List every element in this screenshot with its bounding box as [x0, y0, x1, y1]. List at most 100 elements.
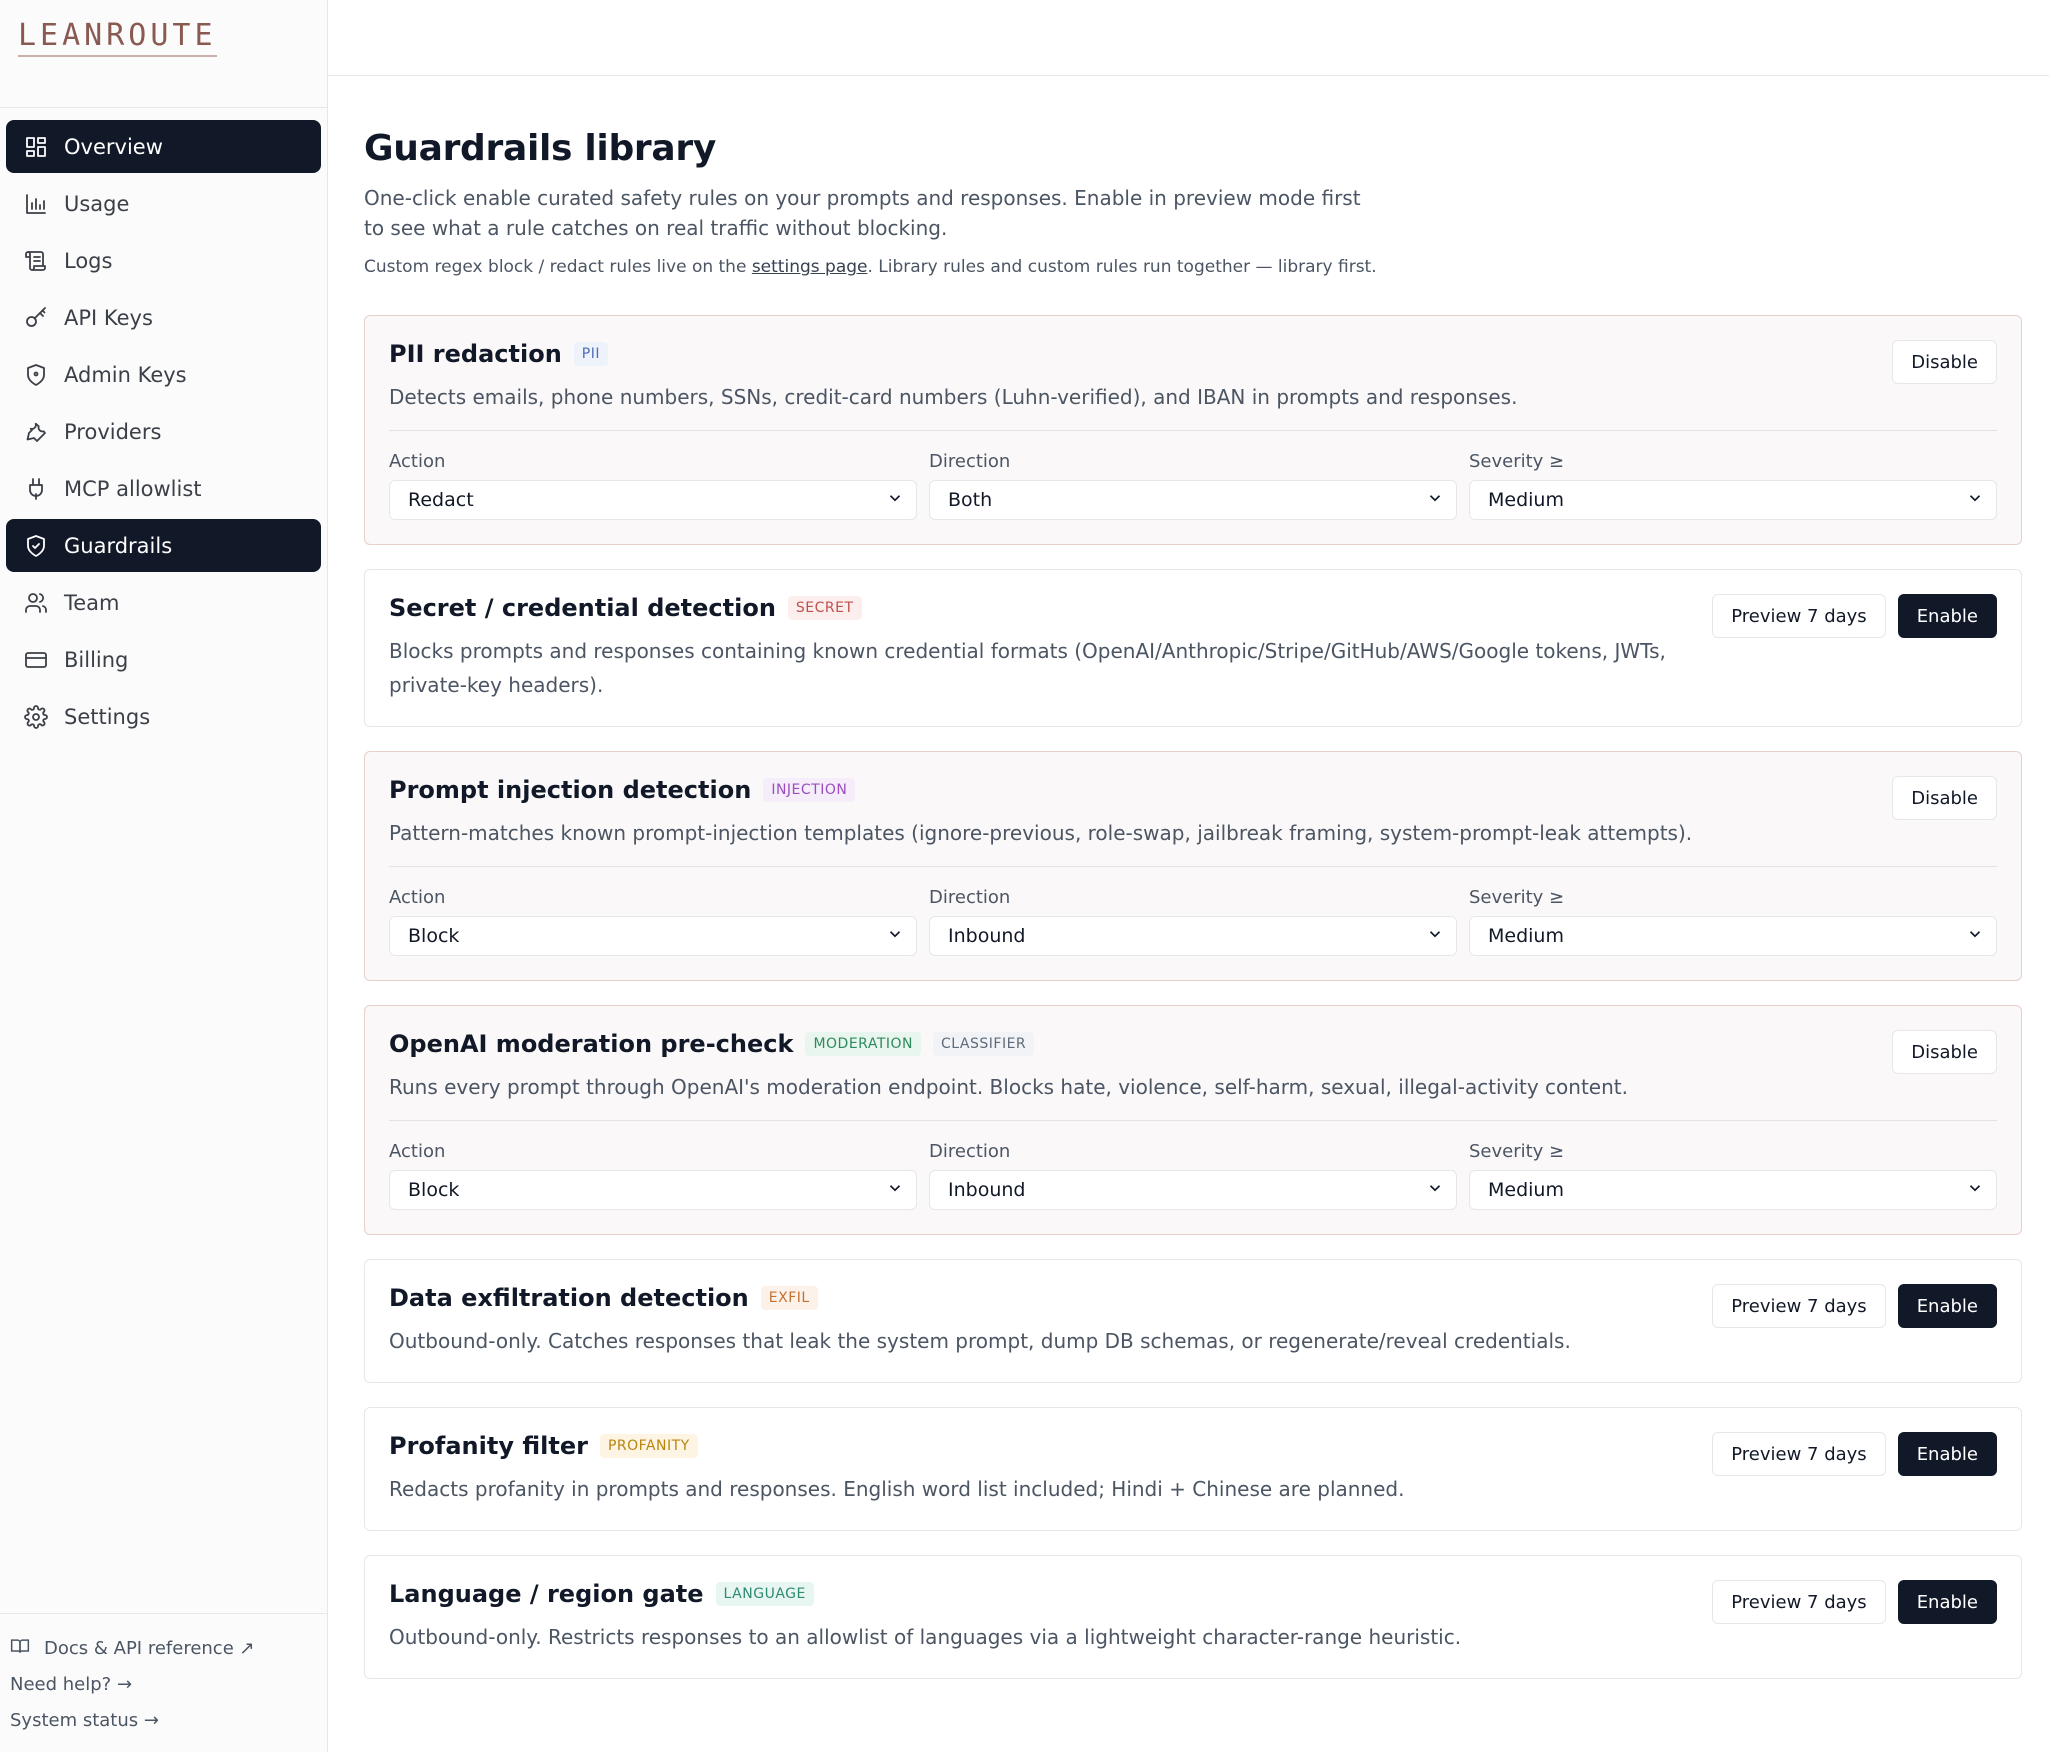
- help-link[interactable]: Need help? →: [10, 1666, 317, 1702]
- severity-label: Severity ≥: [1469, 451, 1565, 472]
- direction-select[interactable]: Both: [929, 480, 1457, 520]
- credit-card-icon: [24, 648, 48, 672]
- sidebar-item-label: Team: [64, 590, 120, 615]
- rule-card-data-exfiltration-detection: Data exfiltration detection EXFIL Outbound…: [364, 1259, 2022, 1383]
- sidebar-item-settings[interactable]: Settings: [6, 690, 321, 743]
- rule-card-header: Prompt injection detection INJECTION Patte…: [389, 776, 1997, 850]
- rule-badge: EXFIL: [760, 1286, 818, 1310]
- rule-badge: LANGUAGE: [715, 1582, 814, 1606]
- settings-page-link[interactable]: settings page: [752, 257, 868, 277]
- page-note: Custom regex block / redact rules live o…: [364, 257, 2022, 277]
- rule-config: Action Block Direction Inbound Severity ≥ Med…: [389, 866, 1997, 956]
- enable-button[interactable]: Enable: [1897, 1580, 1997, 1624]
- preview-button[interactable]: Preview 7 days: [1712, 1580, 1886, 1624]
- rule-title: Language / region gate: [389, 1580, 704, 1608]
- sidebar-item-overview[interactable]: Overview: [6, 120, 321, 173]
- rule-card-pii-redaction: PII redaction PII Detects emails, phone nu…: [364, 315, 2022, 545]
- chevron-down-icon: [886, 489, 904, 512]
- note-suffix: . Library rules and custom rules run tog…: [867, 257, 1377, 277]
- action-select[interactable]: Block: [389, 1170, 917, 1210]
- action-select[interactable]: Block: [389, 916, 917, 956]
- action-label: Action: [389, 1141, 446, 1162]
- rule-card-prompt-injection-detection: Prompt injection detection INJECTION Patte…: [364, 751, 2022, 981]
- preview-button[interactable]: Preview 7 days: [1712, 594, 1886, 638]
- docs-link[interactable]: Docs & API reference ↗: [10, 1630, 317, 1666]
- direction-select[interactable]: Inbound: [929, 1170, 1457, 1210]
- rules-list: PII redaction PII Detects emails, phone nu…: [364, 315, 2022, 1679]
- rule-description: Pattern-matches known prompt-injection t…: [389, 821, 1693, 845]
- rule-card-profanity-filter: Profanity filter PROFANITY Redacts profani…: [364, 1407, 2022, 1531]
- note-prefix: Custom regex block / redact rules live o…: [364, 257, 752, 277]
- action-label: Action: [389, 887, 446, 908]
- rule-description: Outbound-only. Restricts responses to an…: [389, 1625, 1462, 1649]
- rule-card-secret-credential-detection: Secret / credential detection SECRET Block…: [364, 569, 2022, 727]
- rule-title: PII redaction: [389, 340, 562, 368]
- wrench-icon: [24, 420, 48, 444]
- logo[interactable]: LEANROUTE: [18, 18, 217, 57]
- sidebar-item-mcp-allowlist[interactable]: MCP allowlist: [6, 462, 321, 515]
- severity-field: Severity ≥ Medium: [1469, 451, 1997, 520]
- rule-title-row: Secret / credential detection SECRET: [389, 594, 1682, 622]
- sidebar-item-usage[interactable]: Usage: [6, 177, 321, 230]
- rule-card-text: Profanity filter PROFANITY Redacts profani…: [389, 1432, 1712, 1506]
- action-select[interactable]: Redact: [389, 480, 917, 520]
- severity-select-value: Medium: [1488, 925, 1564, 947]
- enable-button[interactable]: Enable: [1897, 1432, 1997, 1476]
- preview-button[interactable]: Preview 7 days: [1712, 1432, 1886, 1476]
- chevron-down-icon: [886, 1179, 904, 1202]
- chevron-down-icon: [1426, 1179, 1444, 1202]
- rule-card-header: OpenAI moderation pre-check MODERATION CLA…: [389, 1030, 1997, 1104]
- enable-button[interactable]: Enable: [1897, 594, 1997, 638]
- sidebar-item-guardrails[interactable]: Guardrails: [6, 519, 321, 572]
- content: Guardrails library One-click enable cura…: [328, 76, 2049, 1679]
- system-status-link[interactable]: System status →: [10, 1702, 317, 1738]
- sidebar-item-billing[interactable]: Billing: [6, 633, 321, 686]
- rule-card-text: Prompt injection detection INJECTION Patte…: [389, 776, 1892, 850]
- page-title: Guardrails library: [364, 128, 716, 169]
- sidebar-item-label: Logs: [64, 248, 113, 273]
- docs-link-label: Docs & API reference ↗: [44, 1637, 255, 1659]
- direction-select-value: Inbound: [948, 1179, 1026, 1201]
- rule-config: Action Block Direction Inbound Severity ≥ Med…: [389, 1120, 1997, 1210]
- disable-button[interactable]: Disable: [1892, 1030, 1997, 1074]
- sidebar-item-label: Overview: [64, 134, 163, 159]
- action-select-value: Block: [408, 925, 460, 947]
- severity-select[interactable]: Medium: [1469, 1170, 1997, 1210]
- rule-description: Blocks prompts and responses containing …: [389, 639, 1666, 697]
- sidebar-item-providers[interactable]: Providers: [6, 405, 321, 458]
- rule-config: Action Redact Direction Both Severity ≥ Mediu…: [389, 430, 1997, 520]
- preview-button[interactable]: Preview 7 days: [1712, 1284, 1886, 1328]
- direction-field: Direction Inbound: [929, 887, 1457, 956]
- sidebar-item-admin-keys[interactable]: Admin Keys: [6, 348, 321, 401]
- users-icon: [24, 591, 48, 615]
- sidebar-item-team[interactable]: Team: [6, 576, 321, 629]
- rule-title-row: OpenAI moderation pre-check MODERATION CLA…: [389, 1030, 1862, 1058]
- gear-icon: [24, 704, 48, 729]
- action-field: Action Redact: [389, 451, 917, 520]
- sidebar-item-logs[interactable]: Logs: [6, 234, 321, 287]
- disable-button[interactable]: Disable: [1892, 340, 1997, 384]
- rule-description: Outbound-only. Catches responses that le…: [389, 1329, 1571, 1353]
- rule-description: Redacts profanity in prompts and respons…: [389, 1477, 1405, 1501]
- severity-label: Severity ≥: [1469, 887, 1565, 908]
- direction-field: Direction Both: [929, 451, 1457, 520]
- rule-card-text: Secret / credential detection SECRET Block…: [389, 594, 1712, 702]
- logo-area: LEANROUTE: [0, 0, 327, 108]
- shield-icon: [24, 363, 48, 387]
- rule-badge: CLASSIFIER: [933, 1032, 1035, 1056]
- rule-badge: INJECTION: [763, 778, 856, 802]
- severity-select[interactable]: Medium: [1469, 480, 1997, 520]
- rule-card-header: Secret / credential detection SECRET Block…: [389, 594, 1997, 702]
- rule-card-header: Profanity filter PROFANITY Redacts profani…: [389, 1432, 1997, 1506]
- direction-select-value: Both: [948, 489, 993, 511]
- disable-button[interactable]: Disable: [1892, 776, 1997, 820]
- direction-select[interactable]: Inbound: [929, 916, 1457, 956]
- severity-select[interactable]: Medium: [1469, 916, 1997, 956]
- severity-select-value: Medium: [1488, 489, 1564, 511]
- enable-button[interactable]: Enable: [1897, 1284, 1997, 1328]
- rule-actions: Disable: [1892, 1030, 1997, 1074]
- rule-card-text: PII redaction PII Detects emails, phone nu…: [389, 340, 1892, 414]
- rule-card-openai-moderation-pre-check: OpenAI moderation pre-check MODERATION CLA…: [364, 1005, 2022, 1235]
- direction-label: Direction: [929, 887, 1011, 908]
- sidebar-item-api-keys[interactable]: API Keys: [6, 291, 321, 344]
